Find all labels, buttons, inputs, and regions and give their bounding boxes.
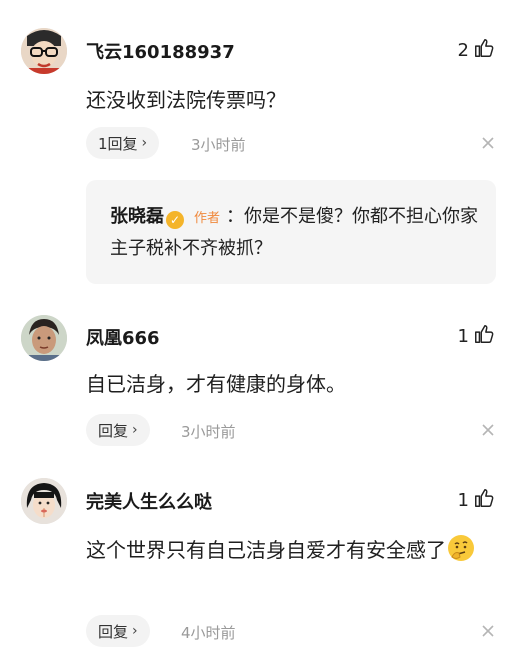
reply-button[interactable]: 回复 › bbox=[86, 414, 150, 446]
avatar[interactable] bbox=[21, 478, 67, 524]
sub-reply-content: ：你是不是傻？你都不担心你家主子税补不齐被抓？ bbox=[110, 206, 479, 259]
verified-badge-icon: ✓ bbox=[166, 211, 184, 229]
like-count: 1 bbox=[457, 490, 469, 511]
avatar[interactable] bbox=[21, 315, 67, 361]
chevron-right-icon: › bbox=[132, 623, 138, 639]
chevron-right-icon: › bbox=[132, 422, 138, 438]
close-icon[interactable] bbox=[481, 423, 495, 437]
sub-reply-author[interactable]: 张晓磊 bbox=[110, 206, 164, 227]
like-button[interactable]: 2 bbox=[458, 37, 495, 64]
timestamp: 3小时前 bbox=[191, 136, 246, 154]
like-count: 1 bbox=[457, 326, 469, 347]
thumbs-up-icon bbox=[473, 37, 495, 64]
reply-button[interactable]: 1回复 › bbox=[86, 127, 160, 159]
like-button[interactable]: 1 bbox=[458, 323, 495, 350]
comment-text: 这个世界只有自己洁身自爱才有安全感了 bbox=[86, 533, 486, 566]
username[interactable]: 完美人生么么哒 bbox=[86, 488, 212, 514]
reply-label: 回复 bbox=[98, 622, 129, 641]
reply-button[interactable]: 回复 › bbox=[86, 615, 150, 647]
comment-text: 自已洁身，才有健康的身体。 bbox=[86, 372, 346, 396]
thinking-emoji-icon bbox=[446, 533, 476, 563]
comment-text-body: 这个世界只有自己洁身自爱才有安全感了 bbox=[86, 538, 446, 562]
reply-label: 1回复 bbox=[98, 134, 138, 153]
sub-reply-text: 张晓磊 ✓ 作者 ：你是不是傻？你都不担心你家主子税补不齐被抓？ bbox=[110, 202, 480, 264]
author-tag: 作者 bbox=[194, 211, 221, 226]
timestamp: 3小时前 bbox=[181, 423, 236, 441]
reply-label: 回复 bbox=[98, 421, 129, 440]
like-count: 2 bbox=[457, 40, 469, 61]
close-icon[interactable] bbox=[481, 624, 495, 638]
sub-reply[interactable]: 张晓磊 ✓ 作者 ：你是不是傻？你都不担心你家主子税补不齐被抓？ bbox=[86, 180, 496, 284]
chevron-right-icon: › bbox=[141, 135, 148, 151]
close-icon[interactable] bbox=[481, 136, 495, 150]
comment-text: 还没收到法院传票吗？ bbox=[86, 88, 286, 112]
username[interactable]: 凤凰666 bbox=[86, 324, 160, 350]
thumbs-up-icon bbox=[473, 487, 495, 514]
avatar[interactable] bbox=[21, 28, 67, 74]
like-button[interactable]: 1 bbox=[458, 487, 495, 514]
username[interactable]: 飞云160188937 bbox=[86, 38, 235, 64]
thumbs-up-icon bbox=[473, 323, 495, 350]
timestamp: 4小时前 bbox=[181, 624, 236, 642]
